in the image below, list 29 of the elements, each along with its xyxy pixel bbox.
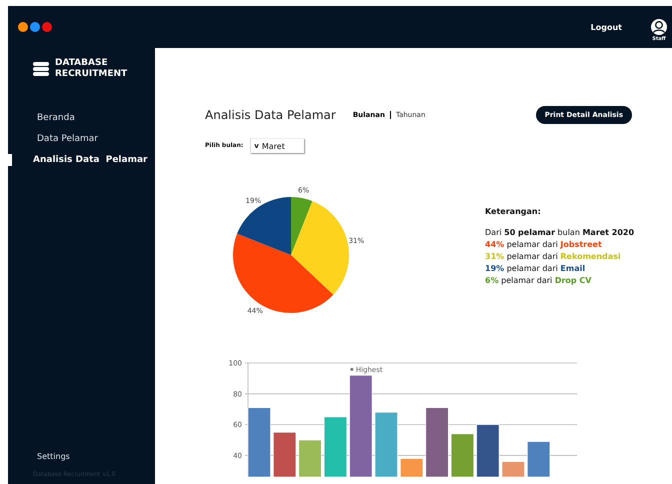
- bar: [400, 458, 424, 477]
- legend-line: 6% pelamar dari Drop CV: [485, 275, 592, 287]
- bar: [248, 407, 271, 477]
- bar: [426, 407, 449, 477]
- bar: [298, 440, 322, 477]
- database-icon: [33, 61, 49, 77]
- settings-link[interactable]: Settings: [8, 451, 155, 463]
- page-title: Analisis Data Pelamar: [205, 108, 336, 122]
- bar: [476, 424, 500, 477]
- bar: [374, 412, 398, 477]
- bar: [450, 434, 474, 477]
- bar: [273, 432, 296, 477]
- logout-button[interactable]: Logout: [590, 22, 622, 32]
- legend-line: 44% pelamar dari Jobstreet: [485, 239, 603, 251]
- user-avatar-icon[interactable]: [650, 18, 668, 36]
- bar: [324, 416, 347, 477]
- window-control-dot[interactable]: [42, 22, 52, 32]
- legend-summary: Dari 50 pelamar bulan Maret 2020: [485, 227, 634, 239]
- sidebar-item[interactable]: Beranda: [8, 112, 155, 124]
- sidebar-item[interactable]: Analisis Data Pelamar: [8, 154, 155, 166]
- bar: [527, 441, 550, 477]
- sidebar-item[interactable]: Data Pelamar: [8, 133, 155, 145]
- bar: [502, 461, 525, 477]
- window-control-dot[interactable]: [30, 22, 40, 32]
- legend-line: 19% pelamar dari Email: [485, 263, 586, 275]
- app-name: DATABASE RECRUITMENT: [55, 58, 128, 80]
- window-control-dot[interactable]: [18, 22, 28, 32]
- legend-line: 31% pelamar dari Rekomendasi: [485, 251, 622, 263]
- legend-title: Keterangan:: [485, 206, 542, 218]
